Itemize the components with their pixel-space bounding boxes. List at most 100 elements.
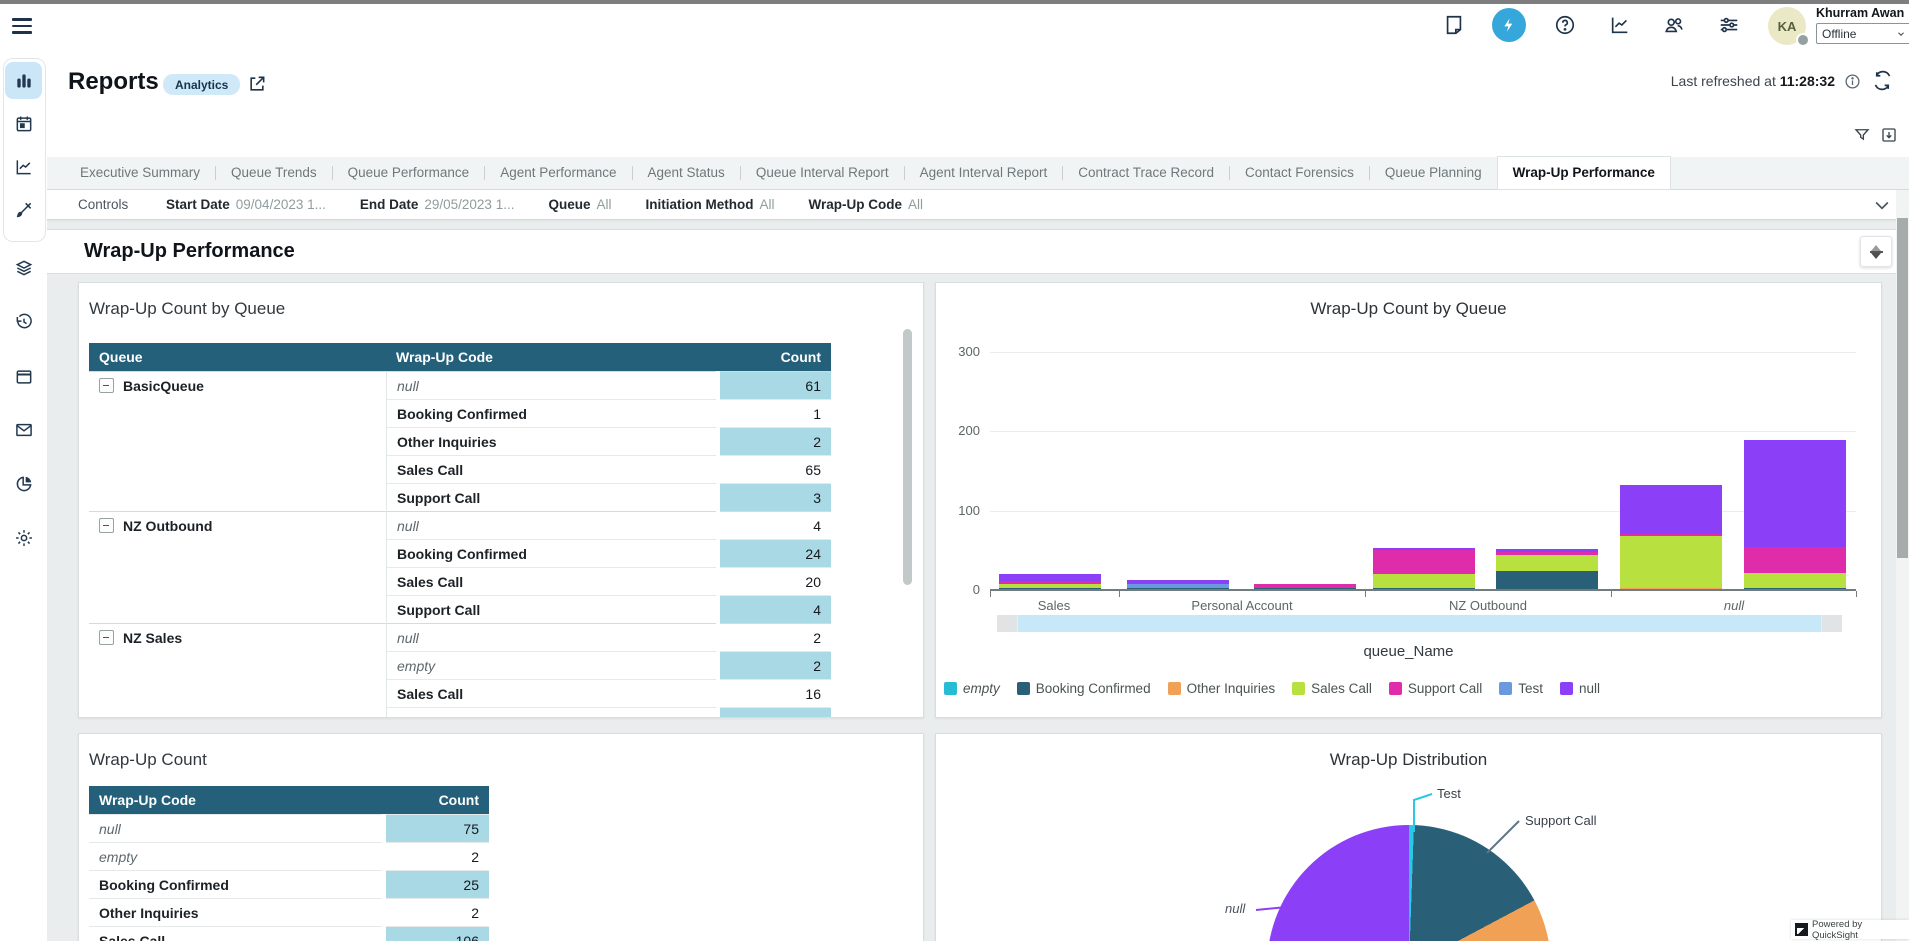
table-row[interactable]: Support Call [89,707,831,718]
control-end-date[interactable]: End Date29/05/2023 1... [360,197,515,212]
tab-contract-trace-record[interactable]: Contract Trace Record [1063,157,1229,189]
table-row[interactable]: BasicQueue null 61 [89,371,831,399]
chart-scroll-brush[interactable] [997,615,1842,632]
bar-segment-null[interactable] [1744,440,1846,547]
control-wrap-up-code[interactable]: Wrap-Up CodeAll [808,197,923,212]
collapse-group-icon[interactable] [99,630,114,645]
legend-item-support-call[interactable]: Support Call [1389,681,1482,696]
nav-history-icon[interactable] [5,303,42,340]
brush-left-cap[interactable] [997,615,1017,632]
tab-agent-status[interactable]: Agent Status [633,157,740,189]
control-queue[interactable]: QueueAll [548,197,611,212]
table-row[interactable]: Booking Confirmed 1 [89,399,831,427]
nav-calendar-icon[interactable] [5,105,42,142]
nav-pie-chart-icon[interactable] [5,465,42,502]
table-row[interactable]: NZ Outbound null 4 [89,511,831,539]
legend-item-other-inquiries[interactable]: Other Inquiries [1168,681,1276,696]
metrics-icon[interactable] [1609,14,1631,36]
legend-item-empty[interactable]: empty [944,681,1000,696]
table-row[interactable]: NZ Sales null 2 [89,623,831,651]
table-row[interactable]: empty 2 [89,842,489,870]
info-icon[interactable] [1844,73,1861,90]
table-row[interactable]: Support Call 3 [89,483,831,511]
bar-segment-support-call[interactable] [1744,547,1846,572]
settings-sliders-icon[interactable] [1718,14,1740,36]
status-select-value: Offline [1822,27,1856,41]
table-row[interactable]: Support Call 4 [89,595,831,623]
bar-segment-null[interactable] [999,574,1101,581]
agents-icon[interactable] [1663,14,1685,36]
legend-item-sales-call[interactable]: Sales Call [1292,681,1372,696]
bar-segment-null[interactable] [1620,485,1722,533]
nav-layers-icon[interactable] [5,249,42,286]
nav-design-brush-icon[interactable] [5,191,42,228]
bar-segment-support-call[interactable] [1373,550,1475,574]
table-row[interactable]: null 75 [89,814,489,842]
table-row[interactable]: Other Inquiries 2 [89,427,831,455]
queue-cell [89,567,386,595]
hamburger-menu-icon[interactable] [12,18,32,34]
bar-segment-sales-call[interactable] [1496,555,1598,571]
controls-expand-chevron-icon[interactable] [1872,195,1892,215]
table-row[interactable]: Sales Call 20 [89,567,831,595]
collapse-group-icon[interactable] [99,518,114,533]
nav-line-chart-icon[interactable] [5,148,42,185]
tab-queue-interval-report[interactable]: Queue Interval Report [741,157,904,189]
stacked-bar-4[interactable] [1373,548,1475,590]
brush-right-cap[interactable] [1822,615,1842,632]
bar-segment-sales-call[interactable] [1373,574,1475,588]
stacked-bar-6[interactable] [1620,485,1722,590]
analytics-lightning-icon[interactable] [1492,8,1526,42]
spinner-divider [1870,251,1883,253]
brush-fill[interactable] [1018,615,1821,632]
visual-wrapup-distribution-pie: Wrap-Up Distribution Test Support Call n… [935,733,1882,941]
code-cell: Support Call [386,595,716,623]
tab-agent-performance[interactable]: Agent Performance [485,157,631,189]
bar-segment-booking-confirmed[interactable] [1496,571,1598,590]
page-scrollbar-thumb[interactable] [1897,218,1908,558]
left-nav-sidebar [0,49,48,941]
legend-item-booking-confirmed[interactable]: Booking Confirmed [1017,681,1151,696]
stacked-bar-7[interactable] [1744,440,1846,590]
nav-mail-icon[interactable] [5,411,42,448]
table-row[interactable]: empty 2 [89,651,831,679]
table-row[interactable]: Sales Call 16 [89,679,831,707]
table-scrollbar[interactable] [903,329,912,585]
table-row[interactable]: Sales Call 106 [89,926,489,941]
control-start-date[interactable]: Start Date09/04/2023 1... [166,197,326,212]
stacked-bar-1[interactable] [999,574,1101,590]
table-row[interactable]: Sales Call 65 [89,455,831,483]
nav-window-icon[interactable] [5,358,42,395]
table-row[interactable]: Other Inquiries 2 [89,898,489,926]
refresh-icon[interactable] [1872,70,1893,91]
legend-swatch [1168,682,1181,695]
export-icon[interactable] [1880,126,1898,144]
stacked-bar-5[interactable] [1496,549,1598,590]
tab-executive-summary[interactable]: Executive Summary [65,157,215,189]
bar-segment-sales-call[interactable] [1620,536,1722,588]
table-row[interactable]: Booking Confirmed 24 [89,539,831,567]
control-initiation-method[interactable]: Initiation MethodAll [645,197,774,212]
tab-wrap-up-performance[interactable]: Wrap-Up Performance [1498,157,1670,189]
bar-segment-sales-call[interactable] [1744,573,1846,589]
collapse-group-icon[interactable] [99,378,114,393]
legend-item-null[interactable]: null [1560,681,1600,696]
queue-cell [89,651,386,679]
tab-contact-forensics[interactable]: Contact Forensics [1230,157,1369,189]
legend-item-test[interactable]: Test [1499,681,1543,696]
filter-icon[interactable] [1853,126,1871,144]
tab-queue-trends[interactable]: Queue Trends [216,157,332,189]
open-in-new-icon[interactable] [247,74,267,94]
nav-gear-icon[interactable] [5,519,42,556]
status-select[interactable]: Offline [1816,23,1909,44]
tab-queue-planning[interactable]: Queue Planning [1370,157,1497,189]
tab-queue-performance[interactable]: Queue Performance [333,157,485,189]
notes-icon[interactable] [1443,14,1465,36]
spinner-down-icon[interactable] [1871,253,1881,259]
table-row[interactable]: Booking Confirmed 25 [89,870,489,898]
scroll-spinner-widget[interactable] [1860,236,1892,267]
help-icon[interactable] [1554,14,1576,36]
nav-bar-chart-icon[interactable] [5,62,42,99]
y-tick-label: 100 [940,503,980,518]
tab-agent-interval-report[interactable]: Agent Interval Report [905,157,1063,189]
